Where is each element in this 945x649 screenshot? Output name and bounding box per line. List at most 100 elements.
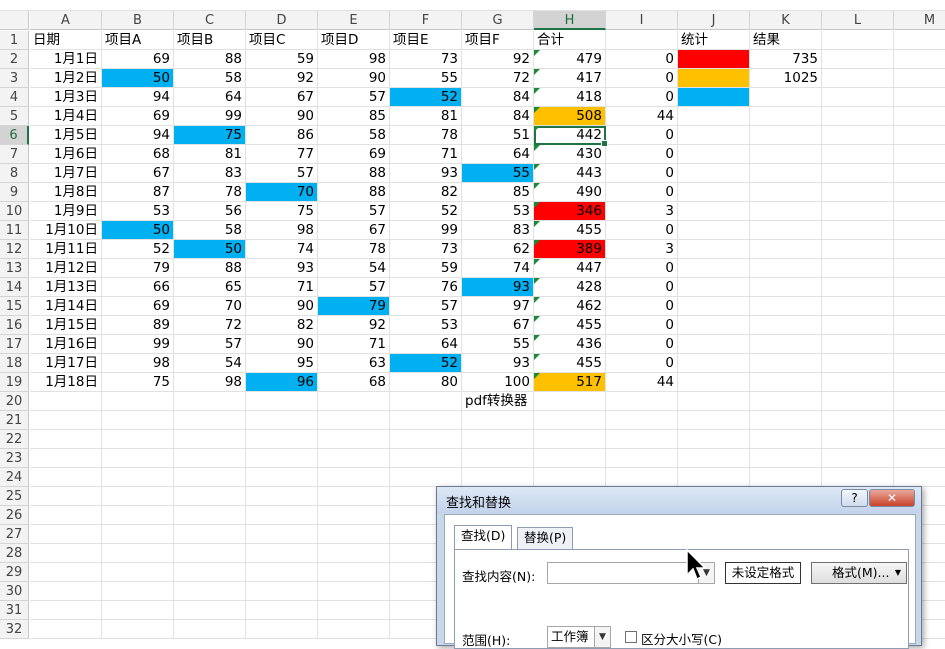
value-cell-c[interactable]: 99	[174, 107, 246, 126]
header-cell-a[interactable]: 日期	[30, 31, 102, 50]
value-cell-f[interactable]: 52	[390, 88, 462, 107]
value-cell-c[interactable]: 64	[174, 88, 246, 107]
grid-cell[interactable]	[822, 335, 894, 354]
grid-cell[interactable]	[102, 563, 174, 582]
grid-cell[interactable]	[750, 316, 822, 335]
value-cell-h[interactable]: 436	[534, 335, 606, 354]
value-cell-d[interactable]: 96	[246, 373, 318, 392]
value-cell-h[interactable]: 508	[534, 107, 606, 126]
grid-cell[interactable]	[246, 563, 318, 582]
value-cell-g[interactable]: 97	[462, 297, 534, 316]
grid-cell[interactable]	[30, 601, 102, 620]
value-cell-f[interactable]: 52	[390, 202, 462, 221]
value-cell-i[interactable]: 0	[606, 88, 678, 107]
grid-cell[interactable]	[174, 601, 246, 620]
grid-cell[interactable]	[678, 430, 750, 449]
value-cell-f[interactable]: 80	[390, 373, 462, 392]
value-cell-d[interactable]: 93	[246, 259, 318, 278]
grid-cell[interactable]	[894, 202, 945, 221]
value-cell-e[interactable]: 90	[318, 69, 390, 88]
value-cell-g[interactable]: 84	[462, 107, 534, 126]
grid-cell[interactable]	[30, 430, 102, 449]
header-cell-k[interactable]: 结果	[750, 31, 822, 50]
value-cell-d[interactable]: 71	[246, 278, 318, 297]
grid-cell[interactable]	[678, 316, 750, 335]
grid-cell[interactable]	[822, 31, 894, 50]
date-cell[interactable]: 1月10日	[30, 221, 102, 240]
column-header-e[interactable]: E	[318, 11, 390, 30]
value-cell-f[interactable]: 78	[390, 126, 462, 145]
grid-cell[interactable]	[30, 449, 102, 468]
date-cell[interactable]: 1月13日	[30, 278, 102, 297]
grid-cell[interactable]	[894, 259, 945, 278]
grid-cell[interactable]	[30, 525, 102, 544]
grid-cell[interactable]	[678, 354, 750, 373]
grid-cell[interactable]	[318, 563, 390, 582]
column-header-d[interactable]: D	[246, 11, 318, 30]
date-cell[interactable]: 1月18日	[30, 373, 102, 392]
grid-cell[interactable]	[750, 411, 822, 430]
row-header-24[interactable]: 24	[0, 468, 29, 487]
date-cell[interactable]: 1月8日	[30, 183, 102, 202]
grid-cell[interactable]	[678, 449, 750, 468]
value-cell-i[interactable]: 0	[606, 145, 678, 164]
grid-cell[interactable]	[678, 107, 750, 126]
grid-cell[interactable]	[174, 449, 246, 468]
value-cell-h[interactable]: 418	[534, 88, 606, 107]
grid-cell[interactable]	[894, 31, 945, 50]
value-cell-g[interactable]: 51	[462, 126, 534, 145]
grid-cell[interactable]	[246, 468, 318, 487]
value-cell-b[interactable]: 89	[102, 316, 174, 335]
value-cell-f[interactable]: 52	[390, 354, 462, 373]
grid-cell[interactable]	[750, 449, 822, 468]
grid-cell[interactable]	[894, 449, 945, 468]
value-cell-i[interactable]: 0	[606, 164, 678, 183]
row-header-13[interactable]: 13	[0, 259, 29, 278]
value-cell-c[interactable]: 50	[174, 240, 246, 259]
grid-cell[interactable]	[30, 468, 102, 487]
legend-red-swatch[interactable]	[678, 50, 750, 69]
row-header-6[interactable]: 6	[0, 126, 29, 145]
value-cell-f[interactable]: 73	[390, 240, 462, 259]
scope-select[interactable]: 工作簿 ▼	[547, 626, 611, 648]
row-header-9[interactable]: 9	[0, 183, 29, 202]
date-cell[interactable]: 1月2日	[30, 69, 102, 88]
grid-cell[interactable]	[606, 31, 678, 50]
value-cell-i[interactable]: 0	[606, 50, 678, 69]
value-cell-e[interactable]: 85	[318, 107, 390, 126]
grid-cell[interactable]	[750, 88, 822, 107]
grid-cell[interactable]	[894, 88, 945, 107]
row-header-19[interactable]: 19	[0, 373, 29, 392]
value-cell-h[interactable]: 443	[534, 164, 606, 183]
grid-cell[interactable]	[246, 506, 318, 525]
close-button[interactable]: ✕	[869, 489, 915, 507]
value-cell-d[interactable]: 98	[246, 221, 318, 240]
value-cell-f[interactable]: 59	[390, 259, 462, 278]
value-cell-h[interactable]: 428	[534, 278, 606, 297]
value-cell-c[interactable]: 65	[174, 278, 246, 297]
grid-cell[interactable]	[102, 544, 174, 563]
row-header-3[interactable]: 3	[0, 69, 29, 88]
value-cell-d[interactable]: 90	[246, 297, 318, 316]
grid-cell[interactable]	[894, 354, 945, 373]
row-header-28[interactable]: 28	[0, 544, 29, 563]
value-cell-b[interactable]: 68	[102, 145, 174, 164]
grid-cell[interactable]	[318, 449, 390, 468]
grid-cell[interactable]	[534, 449, 606, 468]
grid-cell[interactable]	[30, 506, 102, 525]
value-cell-f[interactable]: 64	[390, 335, 462, 354]
row-header-16[interactable]: 16	[0, 316, 29, 335]
header-cell-f[interactable]: 项目E	[390, 31, 462, 50]
value-cell-c[interactable]: 70	[174, 297, 246, 316]
value-cell-g[interactable]: 93	[462, 354, 534, 373]
grid-cell[interactable]	[894, 183, 945, 202]
grid-cell[interactable]	[174, 582, 246, 601]
grid-cell[interactable]	[750, 164, 822, 183]
value-cell-i[interactable]: 0	[606, 278, 678, 297]
legend-blue-swatch[interactable]	[678, 88, 750, 107]
grid-cell[interactable]	[894, 145, 945, 164]
grid-cell[interactable]	[822, 240, 894, 259]
value-cell-d[interactable]: 77	[246, 145, 318, 164]
grid-cell[interactable]	[822, 88, 894, 107]
grid-cell[interactable]	[30, 582, 102, 601]
